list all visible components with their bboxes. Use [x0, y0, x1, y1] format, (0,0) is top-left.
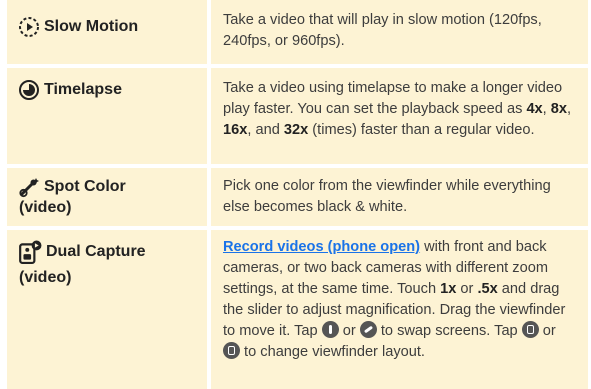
feature-title-sub: (video)	[19, 199, 72, 216]
feature-title-sub: (video)	[19, 269, 72, 286]
feature-title: Timelapse	[44, 81, 122, 98]
feature-name-cell: Dual Capture (video)	[7, 230, 207, 389]
feature-title: Spot Color	[44, 178, 126, 195]
spot-color-icon	[19, 178, 39, 198]
feature-description: Take a video using timelapse to make a l…	[223, 80, 572, 138]
feature-description: Pick one color from the viewfinder while…	[223, 178, 551, 215]
feature-table: Slow Motion Take a video that will play …	[7, 0, 588, 389]
feature-desc-cell: Record videos (phone open) with front an…	[211, 230, 588, 389]
feature-desc-cell: Take a video using timelapse to make a l…	[211, 68, 588, 164]
feature-desc-cell: Take a video that will play in slow moti…	[211, 0, 588, 64]
layout-split-icon	[223, 342, 240, 359]
swap-screens-icon	[359, 321, 377, 338]
feature-title: Dual Capture	[46, 243, 146, 260]
table-row: Spot Color (video) Pick one color from t…	[7, 168, 588, 226]
timelapse-icon	[19, 80, 39, 100]
table-row: Dual Capture (video) Record videos (phon…	[7, 230, 588, 389]
record-videos-link[interactable]: Record videos (phone open)	[223, 239, 420, 255]
dual-capture-icon	[19, 240, 42, 264]
feature-description: Take a video that will play in slow moti…	[223, 12, 542, 49]
feature-name-cell: Spot Color (video)	[7, 168, 207, 226]
feature-desc-cell: Pick one color from the viewfinder while…	[211, 168, 588, 226]
feature-description: Record videos (phone open) with front an…	[223, 239, 566, 360]
table-row: Timelapse Take a video using timelapse t…	[7, 68, 588, 164]
feature-name-cell: Timelapse	[7, 68, 207, 164]
table-row: Slow Motion Take a video that will play …	[7, 0, 588, 64]
layout-single-icon	[521, 321, 539, 338]
feature-name-cell: Slow Motion	[7, 0, 207, 64]
feature-title: Slow Motion	[44, 18, 139, 35]
swap-front-icon	[321, 321, 339, 338]
slow-motion-icon	[19, 17, 39, 37]
